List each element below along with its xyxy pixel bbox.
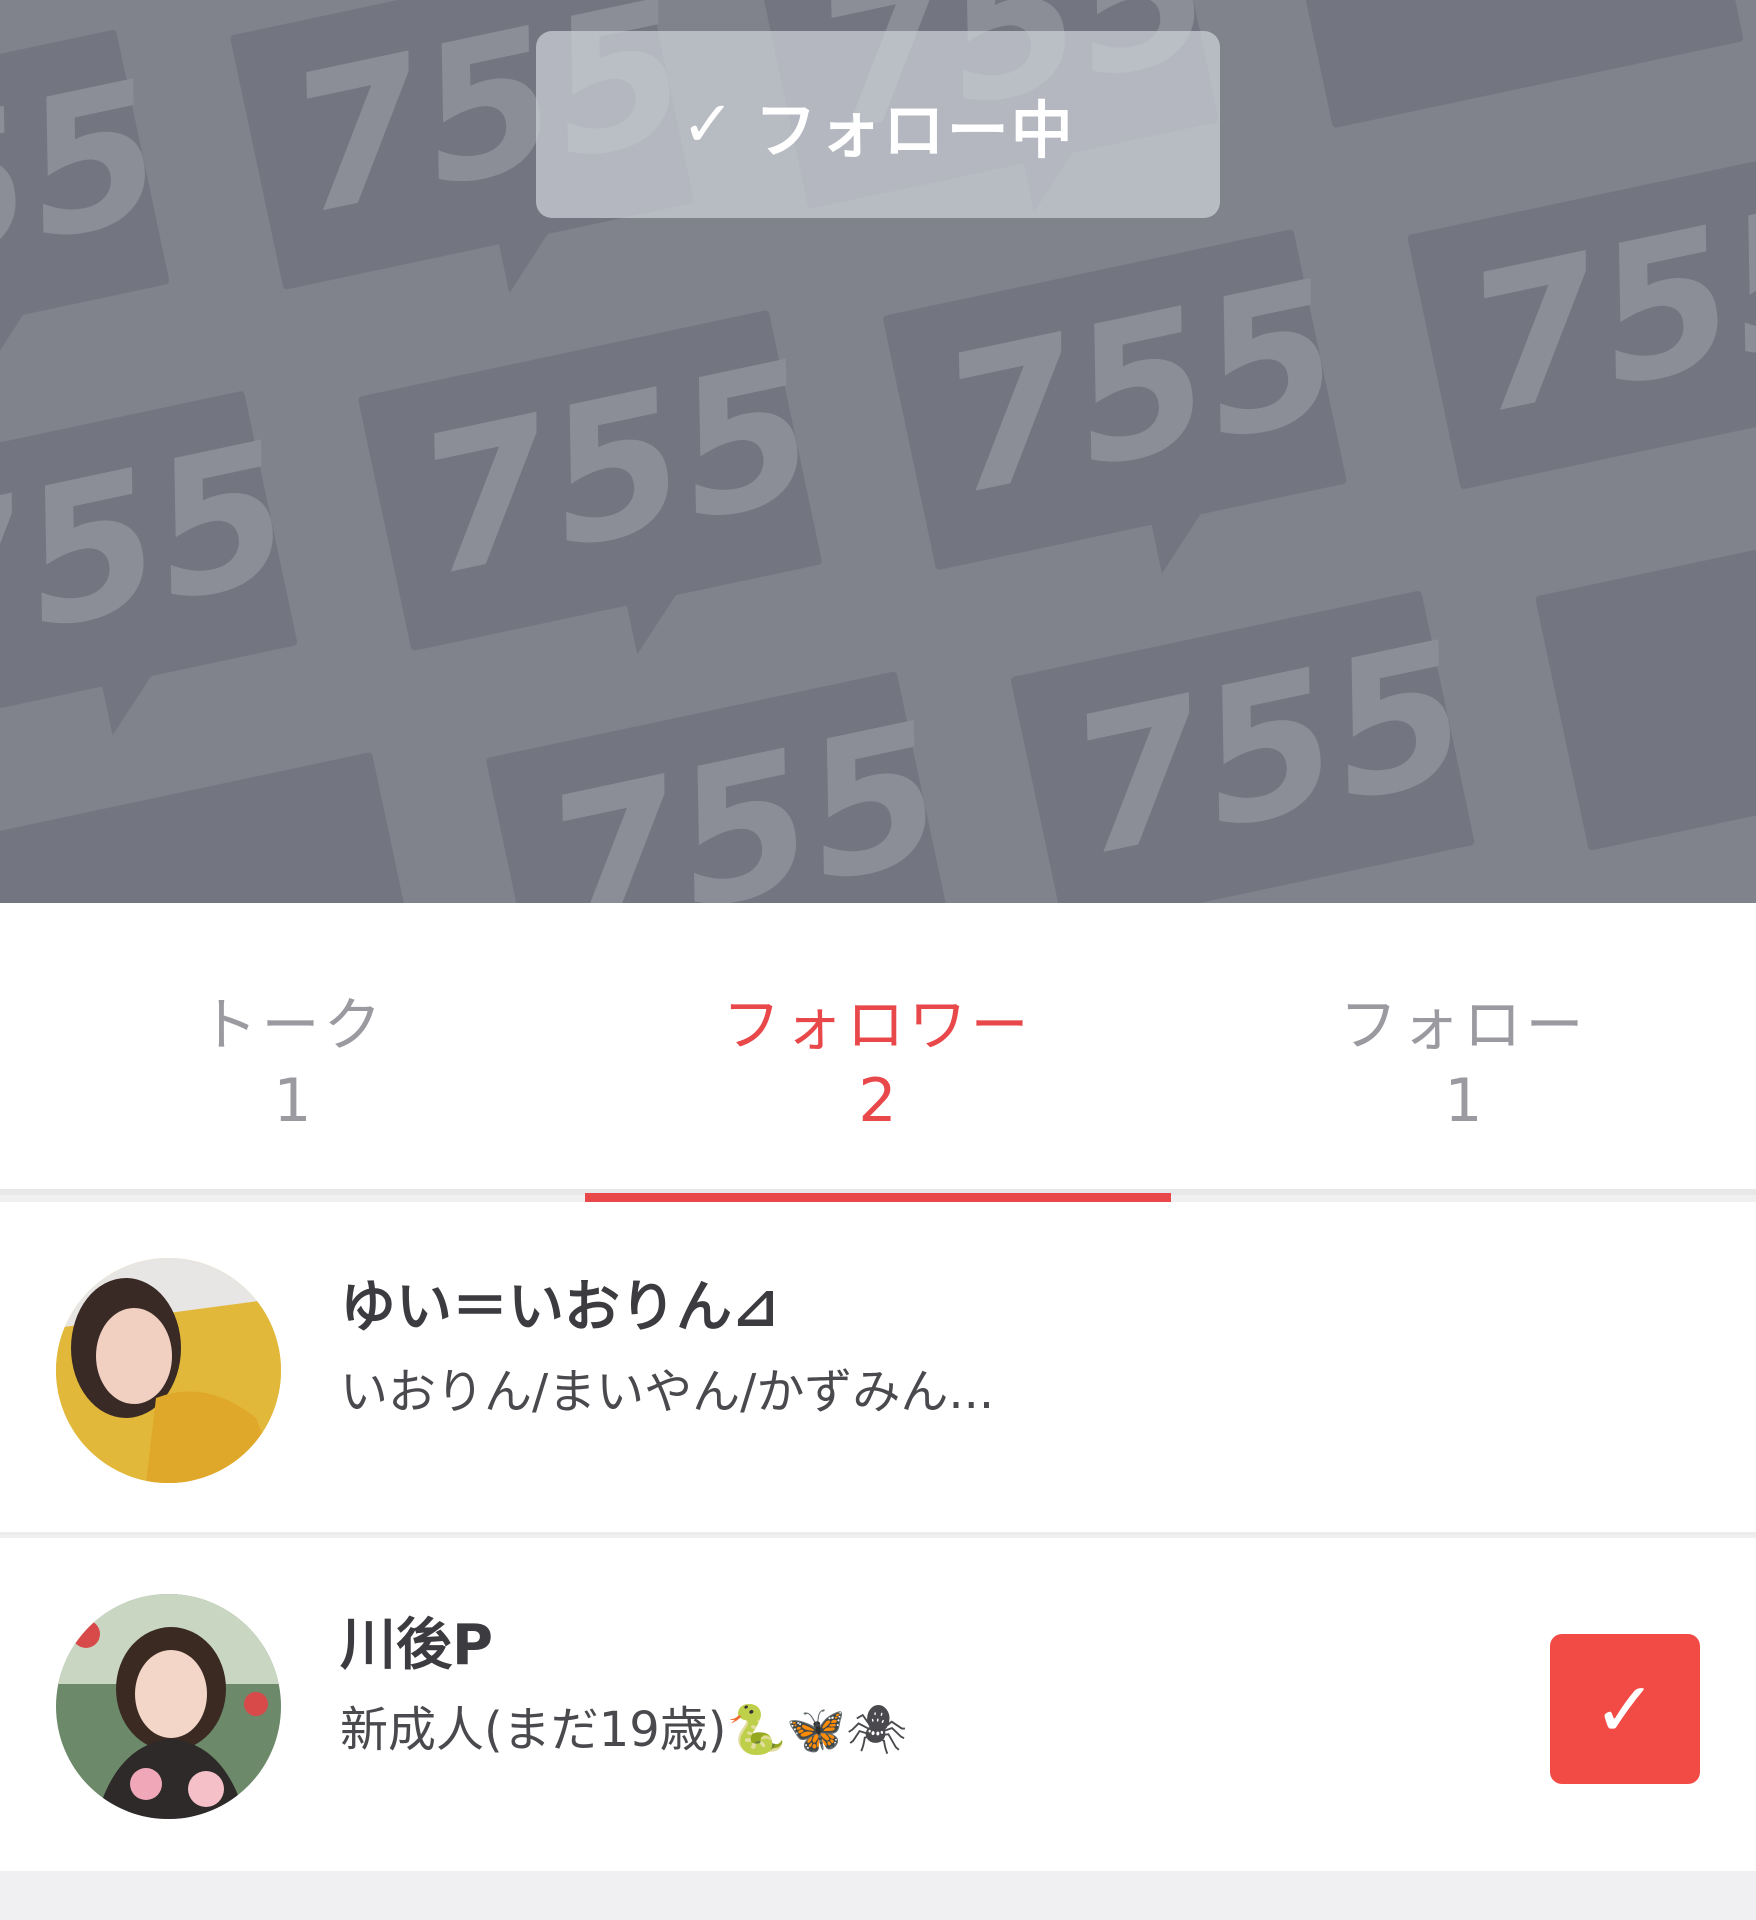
- tab-talk-count: 1: [273, 1066, 312, 1136]
- tab-talk[interactable]: トーク 1: [0, 903, 585, 1189]
- follow-back-button[interactable]: ✓: [1550, 1634, 1700, 1784]
- follower-list-item[interactable]: ゆい＝いおりん⊿ いおりん/まいやん/かずみん...: [0, 1202, 1756, 1535]
- following-button[interactable]: ✓ フォロー中: [536, 31, 1220, 218]
- tab-followers[interactable]: フォロワー 2: [585, 903, 1170, 1189]
- follower-list-item[interactable]: 川後P 新成人(まだ19歳)🐍🦋🕷 ✓: [0, 1538, 1756, 1871]
- tab-talk-label: トーク: [199, 991, 386, 1059]
- user-name: ゆい＝いおりん⊿: [340, 1275, 779, 1340]
- list-footer: [0, 1871, 1756, 1920]
- user-bio: 新成人(まだ19歳)🐍🦋🕷: [340, 1702, 908, 1758]
- user-bio: いおりん/まいやん/かずみん...: [340, 1364, 995, 1420]
- tab-following-count: 1: [1444, 1066, 1483, 1136]
- profile-cover: 755 755 755 755 755 755 755 755 755 ✓ フォ…: [0, 0, 1756, 903]
- check-icon: ✓: [1593, 1664, 1657, 1754]
- check-icon: ✓: [681, 87, 737, 162]
- tab-following-label: フォロー: [1339, 991, 1588, 1059]
- avatar[interactable]: [56, 1258, 281, 1483]
- following-button-label: フォロー中: [754, 93, 1075, 167]
- avatar[interactable]: [56, 1594, 281, 1819]
- tab-followers-count: 2: [858, 1066, 897, 1136]
- tab-following[interactable]: フォロー 1: [1171, 903, 1756, 1189]
- tab-followers-label: フォロワー: [722, 991, 1033, 1059]
- profile-tabs: トーク 1 フォロワー 2 フォロー 1: [0, 903, 1756, 1195]
- user-name: 川後P: [340, 1613, 494, 1678]
- active-tab-indicator: [585, 1193, 1171, 1202]
